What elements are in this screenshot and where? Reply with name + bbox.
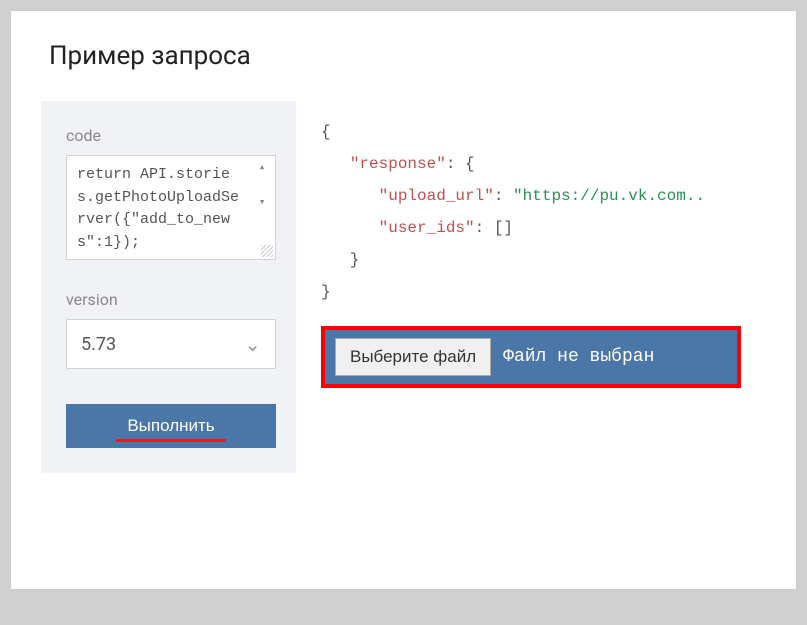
version-field-group: version 5.73 ⌄ xyxy=(66,290,276,369)
file-status-text: Файл не выбран xyxy=(503,339,654,375)
scroll-up-icon[interactable]: ▴ xyxy=(253,160,271,177)
execute-button-label: Выполнить xyxy=(127,416,214,435)
red-underline xyxy=(116,439,226,442)
resize-handle-icon[interactable] xyxy=(261,245,273,257)
execute-button[interactable]: Выполнить xyxy=(66,404,276,448)
response-json: { "response": { "upload_url": "https://p… xyxy=(321,116,796,308)
code-textarea[interactable]: return API.stories.getPhotoUploadServer(… xyxy=(66,155,276,260)
version-value: 5.73 xyxy=(81,334,116,355)
json-line: "upload_url": "https://pu.vk.com.. xyxy=(321,180,796,212)
json-line: } xyxy=(321,276,796,308)
code-field-group: code return API.stories.getPhotoUploadSe… xyxy=(66,126,276,260)
page-wrapper: Пример запроса code return API.stories.g… xyxy=(10,10,797,590)
request-form-panel: code return API.stories.getPhotoUploadSe… xyxy=(41,101,296,473)
response-panel: { "response": { "upload_url": "https://p… xyxy=(321,101,796,473)
json-line: "response": { xyxy=(321,148,796,180)
panels: code return API.stories.getPhotoUploadSe… xyxy=(41,101,796,473)
version-label: version xyxy=(66,290,276,309)
json-line: { xyxy=(321,116,796,148)
scroll-controls: ▴ ▾ xyxy=(253,160,271,211)
code-label: code xyxy=(66,126,276,145)
page-title: Пример запроса xyxy=(41,41,796,71)
choose-file-button[interactable]: Выберите файл xyxy=(335,338,491,376)
file-input-row: Выберите файл Файл не выбран xyxy=(321,326,741,388)
json-line: } xyxy=(321,244,796,276)
code-content: return API.stories.getPhotoUploadServer(… xyxy=(77,164,247,254)
scroll-down-icon[interactable]: ▾ xyxy=(253,195,271,212)
version-select[interactable]: 5.73 ⌄ xyxy=(66,319,276,369)
chevron-down-icon: ⌄ xyxy=(244,332,261,356)
json-line: "user_ids": [] xyxy=(321,212,796,244)
